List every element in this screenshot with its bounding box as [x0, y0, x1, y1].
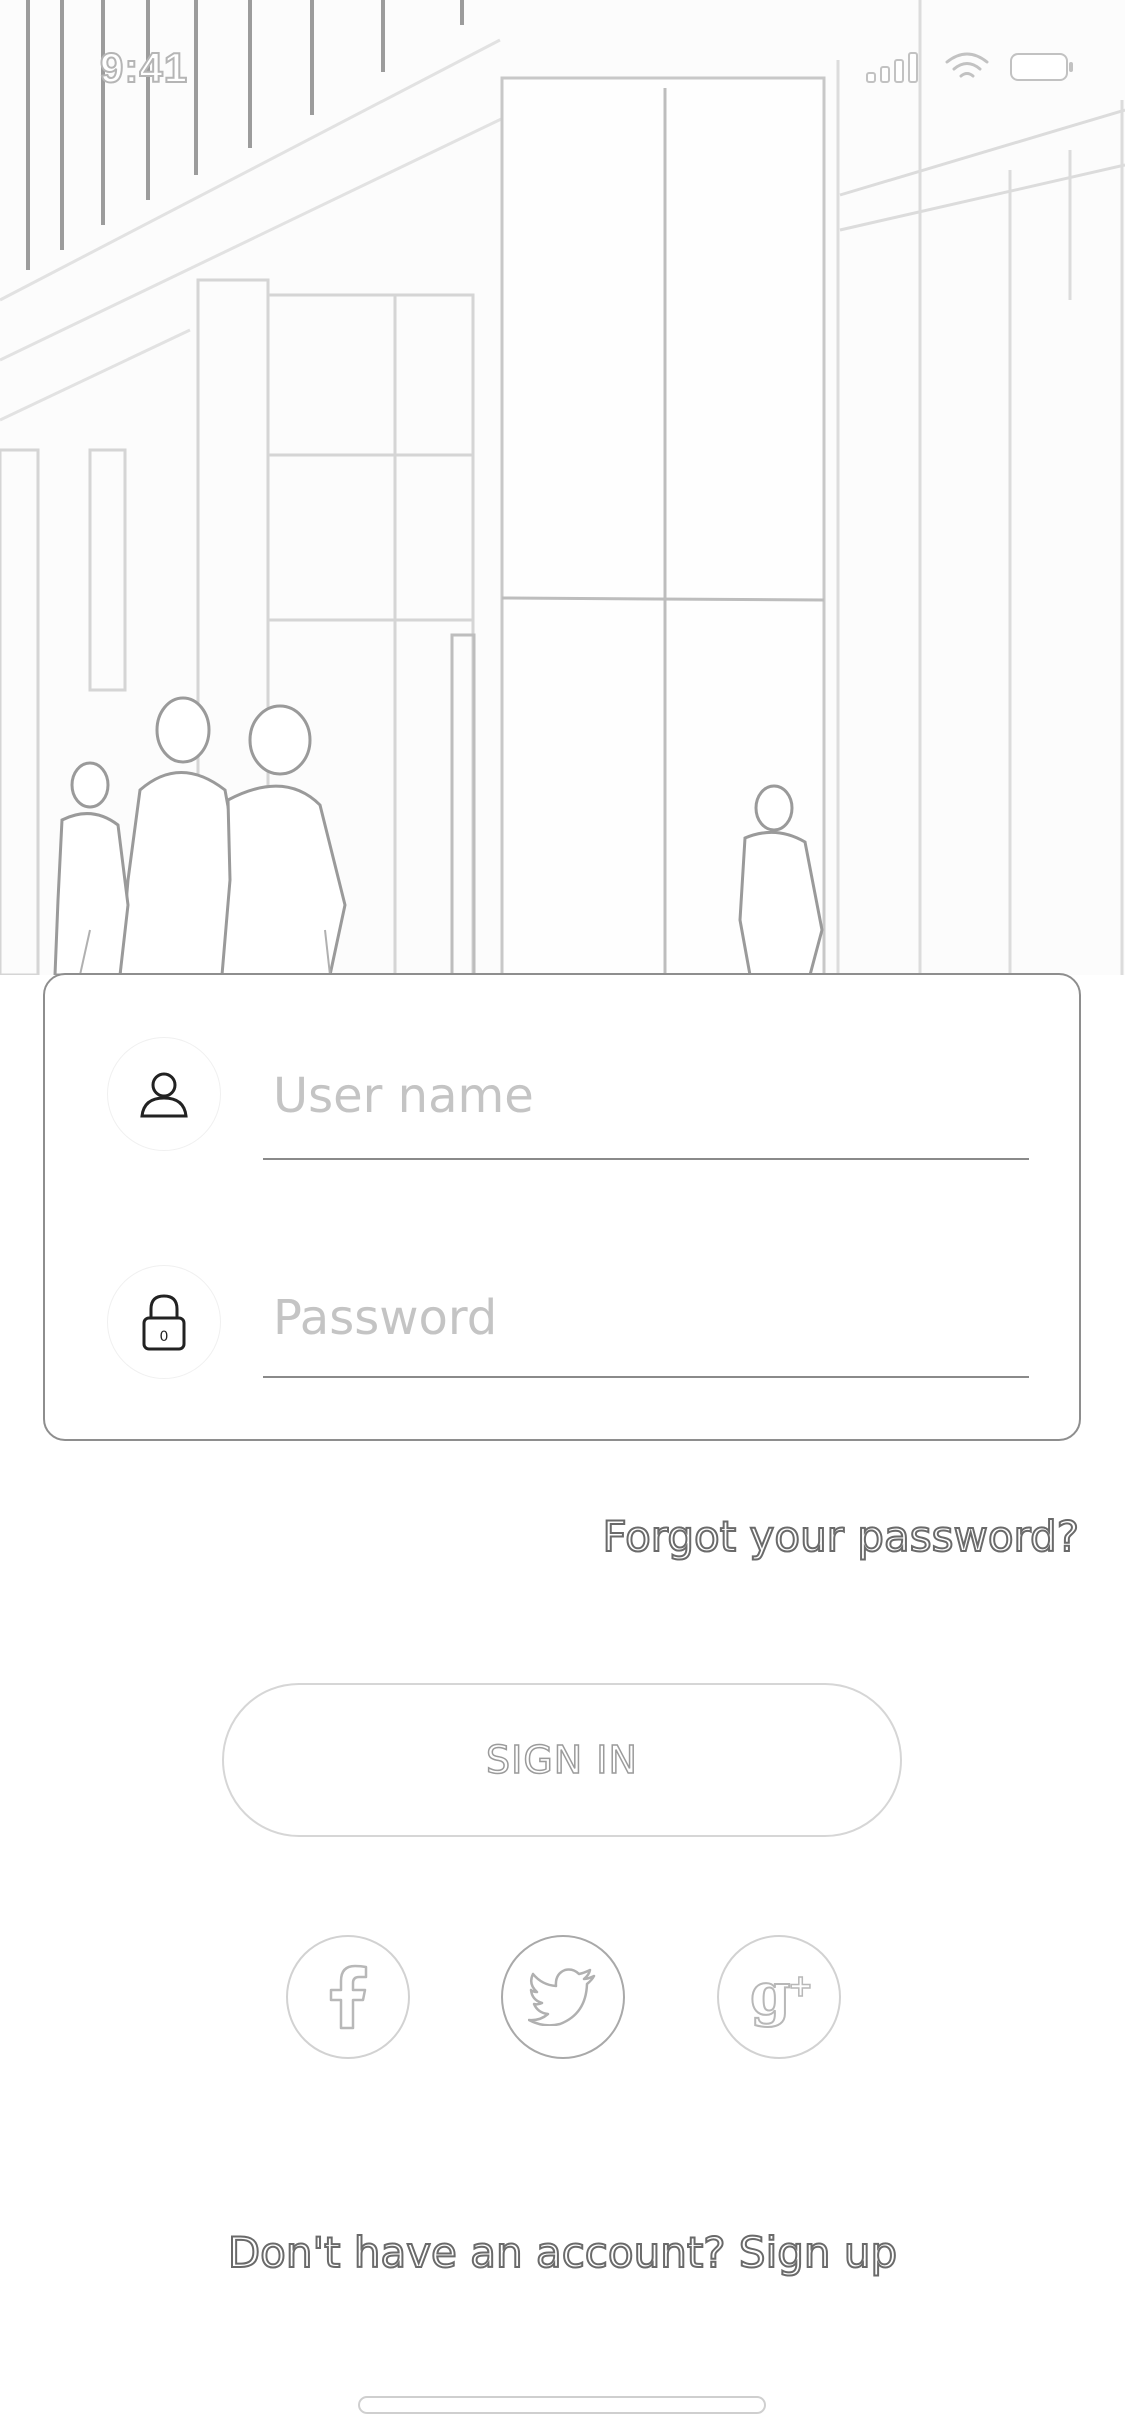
battery-icon: [1010, 53, 1073, 81]
user-icon: [140, 1072, 188, 1118]
status-bar: 9:41: [0, 0, 1125, 140]
user-icon-circle: [107, 1037, 221, 1151]
svg-text:+: +: [788, 1969, 813, 2004]
username-input[interactable]: [263, 1061, 1029, 1131]
login-screen: 9:41 User name 0 Forgot your password? S…: [0, 0, 1125, 2436]
sign-up-link[interactable]: Don't have an account? Sign up: [0, 2227, 1125, 2278]
sign-in-button[interactable]: SIGN IN: [222, 1683, 902, 1837]
wifi-icon: [945, 52, 989, 78]
google-plus-button[interactable]: g +: [717, 1935, 841, 2059]
svg-text:0: 0: [160, 1329, 169, 1345]
cellular-signal-icon: [866, 52, 918, 83]
home-indicator[interactable]: [358, 2396, 766, 2414]
password-input[interactable]: [263, 1283, 1029, 1353]
login-card: 0: [43, 973, 1081, 1441]
username-underline: [263, 1158, 1029, 1160]
forgot-password-link[interactable]: Forgot your password?: [601, 1511, 1080, 1562]
status-icons: [865, 50, 1075, 84]
background-photo: [0, 0, 1125, 975]
lock-icon-circle: 0: [107, 1265, 221, 1379]
password-underline: [263, 1376, 1029, 1378]
lock-icon: 0: [142, 1294, 186, 1351]
twitter-button[interactable]: [501, 1935, 625, 2059]
svg-text:g: g: [750, 1962, 791, 2028]
facebook-button[interactable]: [286, 1935, 410, 2059]
facebook-icon: [329, 1964, 368, 2030]
status-time: 9:41: [99, 43, 189, 92]
google-plus-icon: g +: [749, 1962, 814, 2029]
sign-in-label: SIGN IN: [485, 1737, 638, 1783]
twitter-icon: [528, 1968, 596, 2026]
